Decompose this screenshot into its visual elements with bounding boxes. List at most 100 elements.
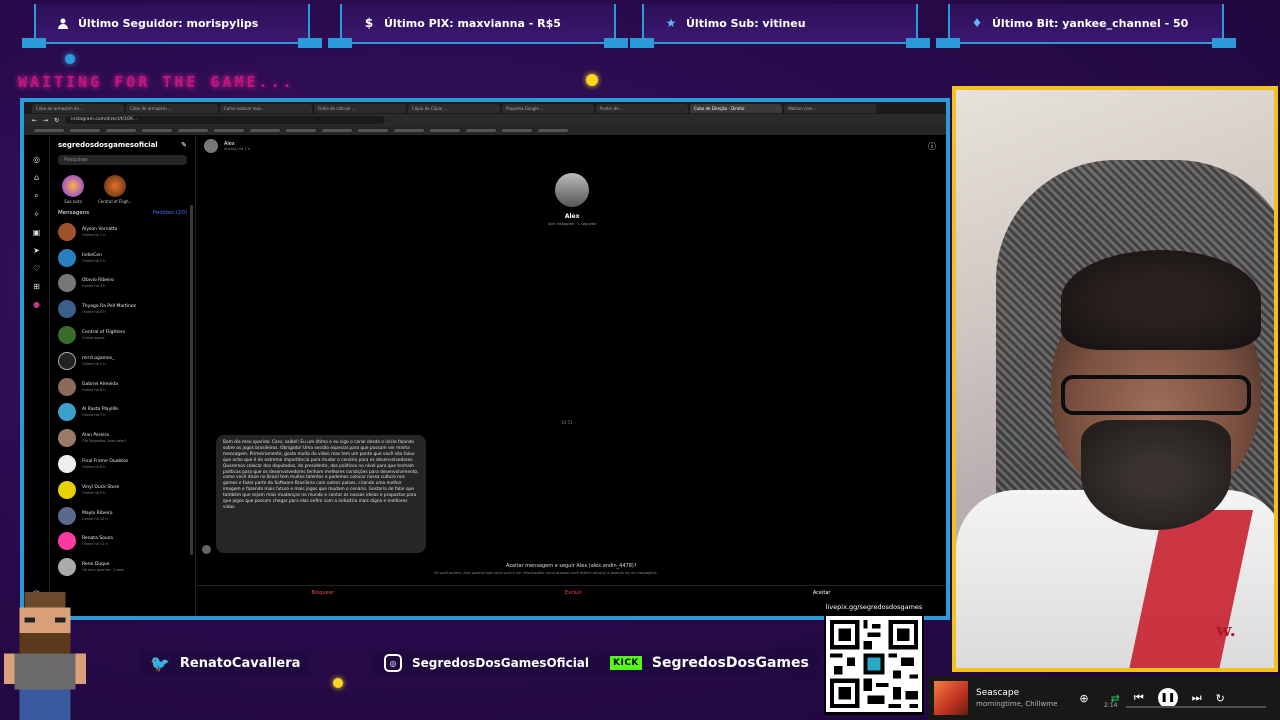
alert-last-pix: $ Último PIX: maxvianna - R$5 <box>328 4 628 48</box>
browser-tab[interactable]: Watson com ... <box>784 104 876 113</box>
conversation-item[interactable]: Renata Souza Online há 11 h <box>58 529 187 555</box>
conversation-item[interactable]: Thyago Ra Pell Martinez Online há 4 h <box>58 296 187 322</box>
conversation-item[interactable]: Mayla Ribeiro Online há 10 h <box>58 503 187 529</box>
conversation-item[interactable]: IndieCon Online há 2 h <box>58 245 187 271</box>
tab-strip: Cobo de armazém do... Cobo de armazém ..… <box>24 102 946 114</box>
block-button[interactable]: Bloquear <box>312 590 334 596</box>
twitter-icon: 🐦 <box>150 653 170 673</box>
create-icon[interactable]: ⊞ <box>33 282 40 291</box>
repeat-icon[interactable]: ↻ <box>1216 692 1225 705</box>
address-bar-row: ← → ↻ instagram.com/direct/t/109... <box>24 114 946 126</box>
contact-avatar[interactable] <box>204 139 218 153</box>
messages-header: Mensagens Pedidos (20) <box>58 210 187 216</box>
browser-tab[interactable]: Poster de ... <box>596 104 688 113</box>
conversation-item[interactable]: Final Frame Ouabtos Online há 8 h <box>58 451 187 477</box>
album-cover[interactable] <box>934 681 968 715</box>
accept-button[interactable]: Aceitar <box>813 590 831 596</box>
note-item[interactable]: Sua nota <box>62 175 84 204</box>
message-avatar <box>202 545 211 554</box>
conversation-item[interactable]: mrrd.ogames_ Online há 5 h <box>58 348 187 374</box>
profile-card: Alex Alex Instagram · 1 seguidor <box>548 173 596 226</box>
conversation-item[interactable]: Al Rasta Playlife Online há 7 h <box>58 400 187 426</box>
search-icon[interactable]: ⌕ <box>34 191 38 201</box>
inbox-panel: segredosdosgamesoficial ✎ Pesquisar Sua … <box>50 135 196 616</box>
messages-icon[interactable]: ➤ <box>33 246 40 255</box>
social-label: SegredosDosGamesOficial <box>412 656 590 670</box>
instagram-app: ◎ ⌂ ⌕ ✧ ▣ ➤ ♡ ⊞ ● @ ≡ segredosdosgamesof… <box>24 135 946 616</box>
next-icon[interactable]: ⏭ <box>1192 691 1202 705</box>
inbox-search-input[interactable]: Pesquisar <box>58 155 187 165</box>
inbox-header: segredosdosgamesoficial ✎ <box>58 141 187 149</box>
note-item[interactable]: Central of Fligh... <box>98 175 132 204</box>
pix-qr-panel: livepix.gg/segredosdosgames <box>824 601 924 715</box>
reload-icon[interactable]: ↻ <box>54 117 59 124</box>
account-handle[interactable]: segredosdosgamesoficial <box>58 141 158 149</box>
inbox-scrollbar[interactable] <box>190 205 193 555</box>
browser-tab[interactable]: Cobo de armazém do... <box>32 104 124 113</box>
add-icon[interactable]: ⊕ <box>1079 692 1088 705</box>
webcam-feed: w. <box>952 86 1278 672</box>
conversation-item[interactable]: Alyson Vornatto Online há 1 h <box>58 219 187 245</box>
conversation-item[interactable]: Gabriel Almeida Online há 6 h <box>58 374 187 400</box>
home-icon[interactable]: ⌂ <box>34 173 39 182</box>
conversation-item[interactable]: Otavio Ribeiro Online há 3 h <box>58 271 187 297</box>
delete-button[interactable]: Excluir <box>565 590 582 596</box>
music-player: Seascape morningtime, Chillwme ⊕ ⇄ ⏮ ❚❚ … <box>928 676 1280 720</box>
qr-url: livepix.gg/segredosdosgames <box>825 603 923 611</box>
instagram-icon: ◎ <box>384 654 402 672</box>
reels-icon[interactable]: ▣ <box>33 228 41 237</box>
decor-dot <box>65 54 75 64</box>
conversation-list: Alyson Vornatto Online há 1 h IndieCon Onl… <box>58 219 187 580</box>
browser-tab[interactable]: Cobo de armazém ... <box>126 104 218 113</box>
explore-icon[interactable]: ✧ <box>33 210 40 219</box>
streamer-beard <box>1081 420 1231 530</box>
info-icon[interactable]: ⓘ <box>928 141 936 152</box>
request-subtitle: Se você aceitar, Alex poderá ligar para … <box>434 571 658 575</box>
instagram-logo-icon[interactable]: ◎ <box>33 155 40 164</box>
alert-last-sub: ★ Último Sub: vitineu <box>630 4 930 48</box>
social-label: SegredosDosGames <box>651 655 809 671</box>
previous-icon[interactable]: ⏮ <box>1134 691 1144 705</box>
chat-header[interactable]: Alex Ativo(a) há 1 h <box>204 139 250 153</box>
qr-code-icon <box>826 616 922 712</box>
elapsed-time: 2:14 <box>1104 702 1118 709</box>
browser-tab[interactable]: Folha de cálculo ... <box>314 104 406 113</box>
browser-tab-active[interactable]: Cobo de Direção - Direito <box>690 104 782 113</box>
shirt-logo: w. <box>1216 620 1236 641</box>
browser-tab[interactable]: Proposta Google ... <box>502 104 594 113</box>
back-icon[interactable]: ← <box>32 117 37 124</box>
profile-avatar[interactable] <box>555 173 590 207</box>
decor-dot <box>586 74 598 86</box>
message-bubble: Bom dia meu querido. Caro, saibel! Eu um… <box>216 435 426 553</box>
profile-icon[interactable]: ● <box>33 300 40 309</box>
messages-label: Mensagens <box>58 210 90 216</box>
waiting-banner: WAITING FOR THE GAME... <box>18 73 295 91</box>
track-artist[interactable]: morningtime, Chillwme <box>976 700 1057 708</box>
profile-sub: Alex Instagram · 1 seguidor <box>548 222 597 226</box>
pixel-character-icon <box>4 592 86 720</box>
forward-icon[interactable]: → <box>43 117 48 124</box>
compose-icon[interactable]: ✎ <box>181 141 187 149</box>
requests-link[interactable]: Pedidos (20) <box>153 210 187 216</box>
browser-tab[interactable]: Cópia de Cópia ... <box>408 104 500 113</box>
social-twitter: 🐦 RenatoCavallera <box>140 650 311 676</box>
diamond-icon: ♦ <box>971 16 983 30</box>
url-input[interactable]: instagram.com/direct/t/109... <box>65 116 386 124</box>
track-title[interactable]: Seascape <box>976 688 1057 698</box>
player-controls: ⇄ ⏮ ❚❚ ⏭ ↻ <box>1111 688 1225 708</box>
browser-tab[interactable]: Como colocar mas... <box>220 104 312 113</box>
request-actions: Bloquear Excluir Aceitar <box>196 585 946 596</box>
notifications-icon[interactable]: ♡ <box>33 264 40 273</box>
progress-bar[interactable] <box>1126 706 1266 708</box>
conversation-item[interactable]: Central of Flighters Online agora <box>58 322 187 348</box>
conversation-item[interactable]: Vinyl Duck Store Online há 9 h <box>58 477 187 503</box>
conversation-item[interactable]: Rene Duque Ok meu querido · 2 sem <box>58 554 187 580</box>
browser-window[interactable]: Cobo de armazém do... Cobo de armazém ..… <box>20 98 950 620</box>
pause-button[interactable]: ❚❚ <box>1157 688 1178 708</box>
social-label: RenatoCavallera <box>179 655 301 671</box>
conversation-item[interactable]: Alan Pereira Olá Segredos, tudo bem? <box>58 425 187 451</box>
date-separator: 10:51 <box>561 420 573 425</box>
social-kick: KICK SegredosDosGames <box>600 650 819 676</box>
kick-logo-icon: KICK <box>610 656 642 670</box>
alert-text: Último PIX: maxvianna - R$5 <box>384 16 561 30</box>
